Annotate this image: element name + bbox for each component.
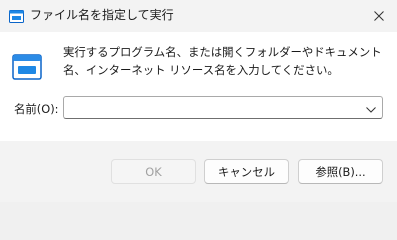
run-icon [9, 8, 24, 23]
window-title: ファイル名を指定して実行 [30, 8, 174, 22]
run-app-icon [12, 54, 42, 80]
description-text: 実行するプログラム名、または開くフォルダーやドキュメント名、インターネット リソ… [63, 45, 382, 77]
cancel-button[interactable]: キャンセル [204, 159, 289, 184]
close-button[interactable] [361, 0, 397, 30]
dialog-body: 実行するプログラム名、または開くフォルダーやドキュメント名、インターネット リソ… [0, 32, 397, 141]
open-combobox[interactable] [63, 96, 383, 119]
run-dialog: ファイル名を指定して実行 実行するプログラム名、または開くフォルダーやドキュメン… [0, 0, 397, 202]
browse-button[interactable]: 参照(B)... [298, 159, 383, 184]
chevron-down-icon [366, 98, 376, 117]
open-label: 名前(O): [14, 102, 59, 116]
close-icon [374, 6, 384, 25]
dropdown-button[interactable] [362, 98, 380, 117]
title-bar[interactable]: ファイル名を指定して実行 [0, 0, 397, 30]
open-input[interactable] [68, 99, 353, 116]
ok-button[interactable]: OK [111, 159, 196, 184]
